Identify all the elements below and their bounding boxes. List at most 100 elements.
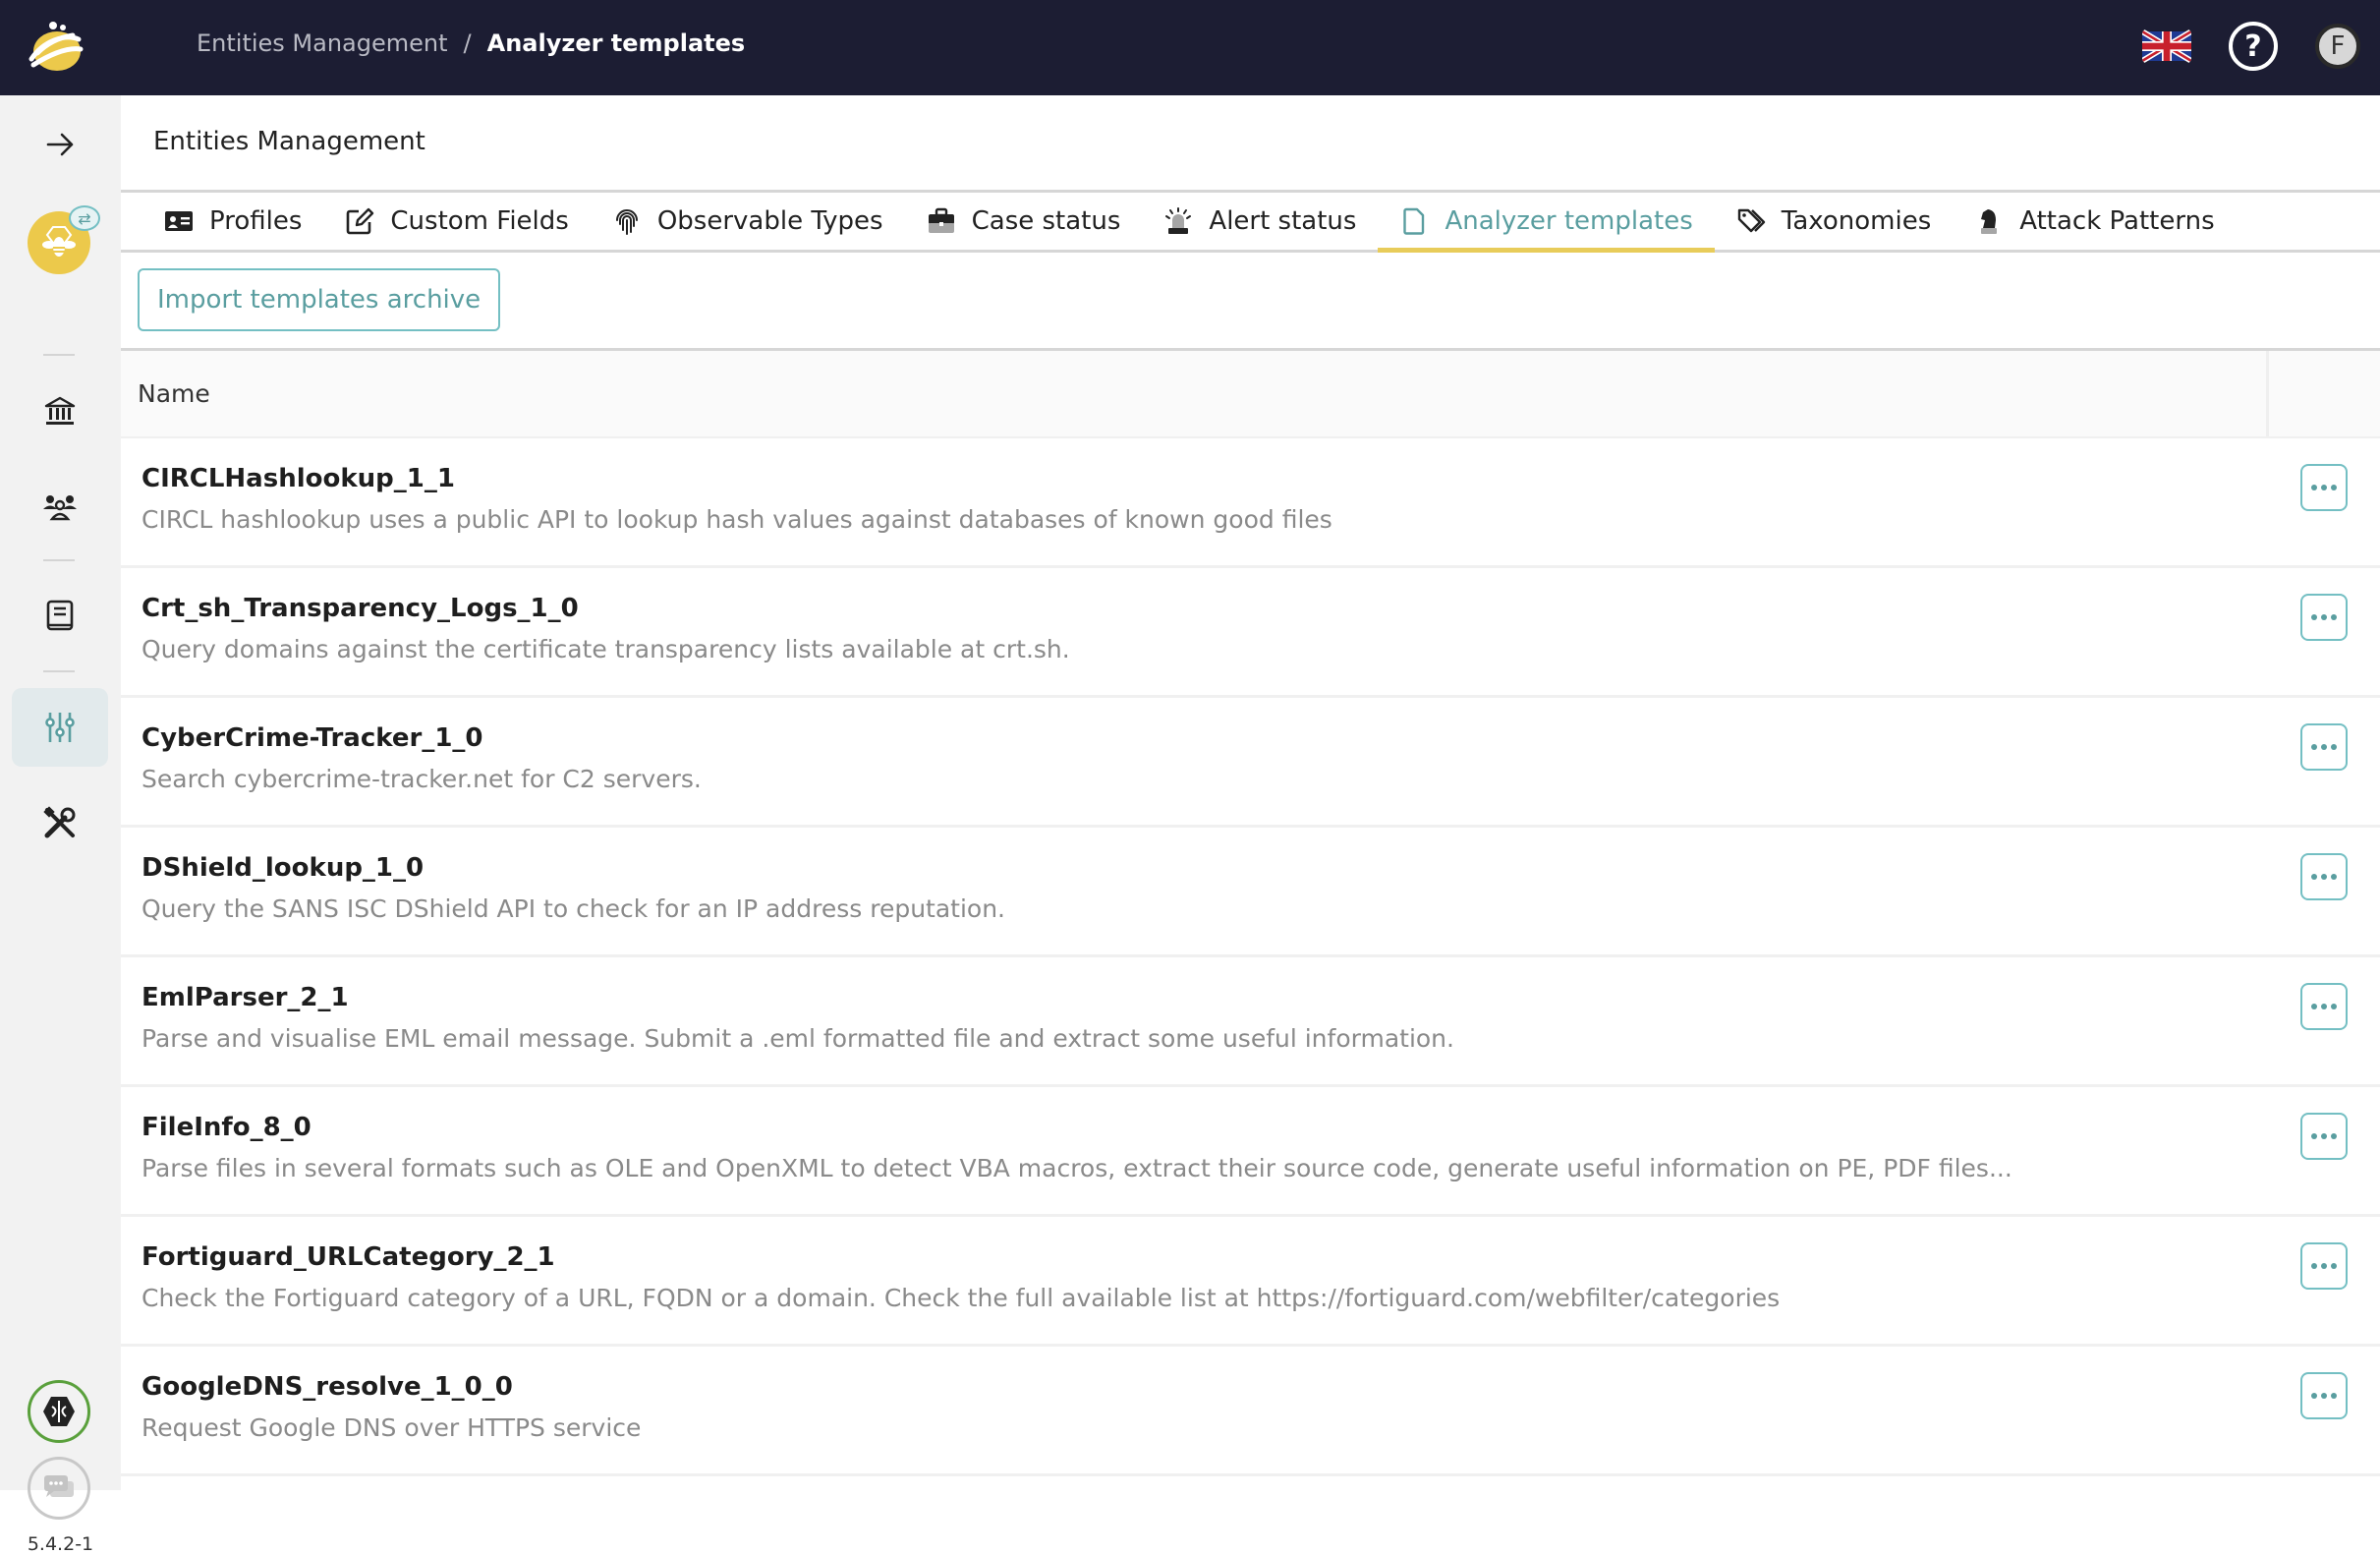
id-card-icon xyxy=(165,211,193,231)
tab-case-status[interactable]: Case status xyxy=(905,193,1143,250)
table-row[interactable]: GoogleDNS_resolve_1_0_0 Request Google D… xyxy=(121,1347,2380,1476)
template-name[interactable]: Fortiguard_URLCategory_2_1 xyxy=(142,1242,555,1272)
template-description: Query the SANS ISC DShield API to check … xyxy=(142,894,1006,923)
template-description: Parse files in several formats such as O… xyxy=(142,1154,2012,1182)
template-description: Search cybercrime-tracker.net for C2 ser… xyxy=(142,765,702,793)
sidebar-item-organisations[interactable] xyxy=(12,373,108,451)
sidebar-item-platform-management[interactable] xyxy=(12,783,108,862)
tab-label: Custom Fields xyxy=(390,206,569,236)
table-body: CIRCLHashlookup_1_1 CIRCL hashlookup use… xyxy=(121,438,2380,1476)
table-row[interactable]: FileInfo_8_0 Parse files in several form… xyxy=(121,1087,2380,1217)
more-dot-icon xyxy=(2331,1263,2337,1269)
template-description: Check the Fortiguard category of a URL, … xyxy=(142,1284,1781,1312)
tab-attack-patterns[interactable]: Attack Patterns xyxy=(1953,193,2236,250)
bank-icon xyxy=(44,396,76,425)
book-icon xyxy=(46,600,74,631)
more-dot-icon xyxy=(2331,1004,2337,1009)
tab-alert-status[interactable]: Alert status xyxy=(1142,193,1378,250)
row-actions-button[interactable] xyxy=(2300,594,2348,641)
sidebar-item-entities-management[interactable] xyxy=(12,688,108,767)
tags-icon xyxy=(1737,208,1765,233)
breadcrumb: Entities Management / Analyzer templates xyxy=(197,29,745,57)
template-description: Parse and visualise EML email message. S… xyxy=(142,1024,1454,1053)
table-row[interactable]: Crt_sh_Transparency_Logs_1_0 Query domai… xyxy=(121,568,2380,698)
more-dot-icon xyxy=(2331,1393,2337,1399)
thehive-logo-icon[interactable] xyxy=(24,20,86,75)
row-actions-button[interactable] xyxy=(2300,853,2348,900)
table-row[interactable]: EmlParser_2_1 Parse and visualise EML em… xyxy=(121,957,2380,1087)
tab-label: Observable Types xyxy=(656,206,883,236)
more-dot-icon xyxy=(2331,485,2337,490)
tab-taxonomies[interactable]: Taxonomies xyxy=(1715,193,1953,250)
template-name[interactable]: GoogleDNS_resolve_1_0_0 xyxy=(142,1372,513,1402)
more-dot-icon xyxy=(2321,874,2327,880)
more-dot-icon xyxy=(2321,1004,2327,1009)
more-dot-icon xyxy=(2331,744,2337,750)
tab-analyzer-templates[interactable]: Analyzer templates xyxy=(1378,193,1716,253)
more-dot-icon xyxy=(2321,1393,2327,1399)
more-dot-icon xyxy=(2311,744,2317,750)
sidebar-item-knowledge-base[interactable] xyxy=(12,577,108,656)
tab-profiles[interactable]: Profiles xyxy=(142,193,323,250)
breadcrumb-current: Analyzer templates xyxy=(486,29,746,57)
sidebar-divider xyxy=(43,670,75,672)
more-dot-icon xyxy=(2311,1133,2317,1139)
breadcrumb-separator: / xyxy=(463,29,472,57)
siren-icon xyxy=(1165,207,1192,234)
more-dot-icon xyxy=(2321,614,2327,620)
users-icon xyxy=(43,495,77,521)
template-description: Query domains against the certificate tr… xyxy=(142,635,1070,663)
fingerprint-icon xyxy=(615,209,638,235)
chat-button[interactable] xyxy=(28,1457,90,1520)
more-dot-icon xyxy=(2321,744,2327,750)
row-actions-button[interactable] xyxy=(2300,1372,2348,1419)
top-bar: Entities Management / Analyzer templates… xyxy=(0,0,2380,95)
sidebar-item-users[interactable] xyxy=(12,467,108,546)
analyzer-templates-table: Name CIRCLHashlookup_1_1 CIRCL hashlooku… xyxy=(121,348,2380,1476)
more-dot-icon xyxy=(2321,1133,2327,1139)
more-dot-icon xyxy=(2321,485,2327,490)
sidebar-divider xyxy=(43,354,75,356)
tab-label: Case status xyxy=(971,206,1121,236)
more-dot-icon xyxy=(2311,1004,2317,1009)
more-dot-icon xyxy=(2331,614,2337,620)
tools-icon xyxy=(43,806,76,838)
tab-observable-types[interactable]: Observable Types xyxy=(591,193,905,250)
column-header-name[interactable]: Name xyxy=(121,379,210,408)
table-row[interactable]: Fortiguard_URLCategory_2_1 Check the For… xyxy=(121,1217,2380,1347)
tab-custom-fields[interactable]: Custom Fields xyxy=(323,193,590,250)
sliders-icon xyxy=(45,713,75,742)
more-dot-icon xyxy=(2311,485,2317,490)
cortex-icon xyxy=(43,1397,75,1426)
template-name[interactable]: Crt_sh_Transparency_Logs_1_0 xyxy=(142,594,579,623)
user-avatar[interactable]: F xyxy=(2315,24,2360,69)
tab-label: Profiles xyxy=(209,206,303,236)
table-row[interactable]: CyberCrime-Tracker_1_0 Search cybercrime… xyxy=(121,698,2380,828)
sidebar-divider xyxy=(43,559,75,561)
more-dot-icon xyxy=(2311,1263,2317,1269)
sidebar-expand-button[interactable] xyxy=(12,105,108,184)
cortex-status-button[interactable] xyxy=(28,1380,90,1443)
template-name[interactable]: DShield_lookup_1_0 xyxy=(142,853,424,883)
template-name[interactable]: CIRCLHashlookup_1_1 xyxy=(142,464,455,493)
sync-icon[interactable]: ⇄ xyxy=(69,205,100,231)
sidebar: ⇄ 5.4.2-1 xyxy=(0,95,121,1555)
more-dot-icon xyxy=(2331,1133,2337,1139)
template-name[interactable]: CyberCrime-Tracker_1_0 xyxy=(142,723,483,753)
breadcrumb-entities-management[interactable]: Entities Management xyxy=(197,29,448,57)
template-name[interactable]: FileInfo_8_0 xyxy=(142,1113,312,1142)
table-row[interactable]: CIRCLHashlookup_1_1 CIRCL hashlookup use… xyxy=(121,438,2380,568)
import-templates-archive-button[interactable]: Import templates archive xyxy=(138,268,501,331)
tab-label: Alert status xyxy=(1209,206,1357,236)
help-icon[interactable]: ? xyxy=(2229,22,2278,71)
row-actions-button[interactable] xyxy=(2300,983,2348,1030)
uk-flag-icon[interactable] xyxy=(2142,29,2191,64)
organisation-switcher[interactable]: ⇄ xyxy=(28,205,100,274)
row-actions-button[interactable] xyxy=(2300,464,2348,511)
row-actions-button[interactable] xyxy=(2300,1113,2348,1160)
row-actions-button[interactable] xyxy=(2300,1242,2348,1290)
template-name[interactable]: EmlParser_2_1 xyxy=(142,983,349,1012)
row-actions-button[interactable] xyxy=(2300,723,2348,771)
more-dot-icon xyxy=(2311,874,2317,880)
table-row[interactable]: DShield_lookup_1_0 Query the SANS ISC DS… xyxy=(121,828,2380,957)
